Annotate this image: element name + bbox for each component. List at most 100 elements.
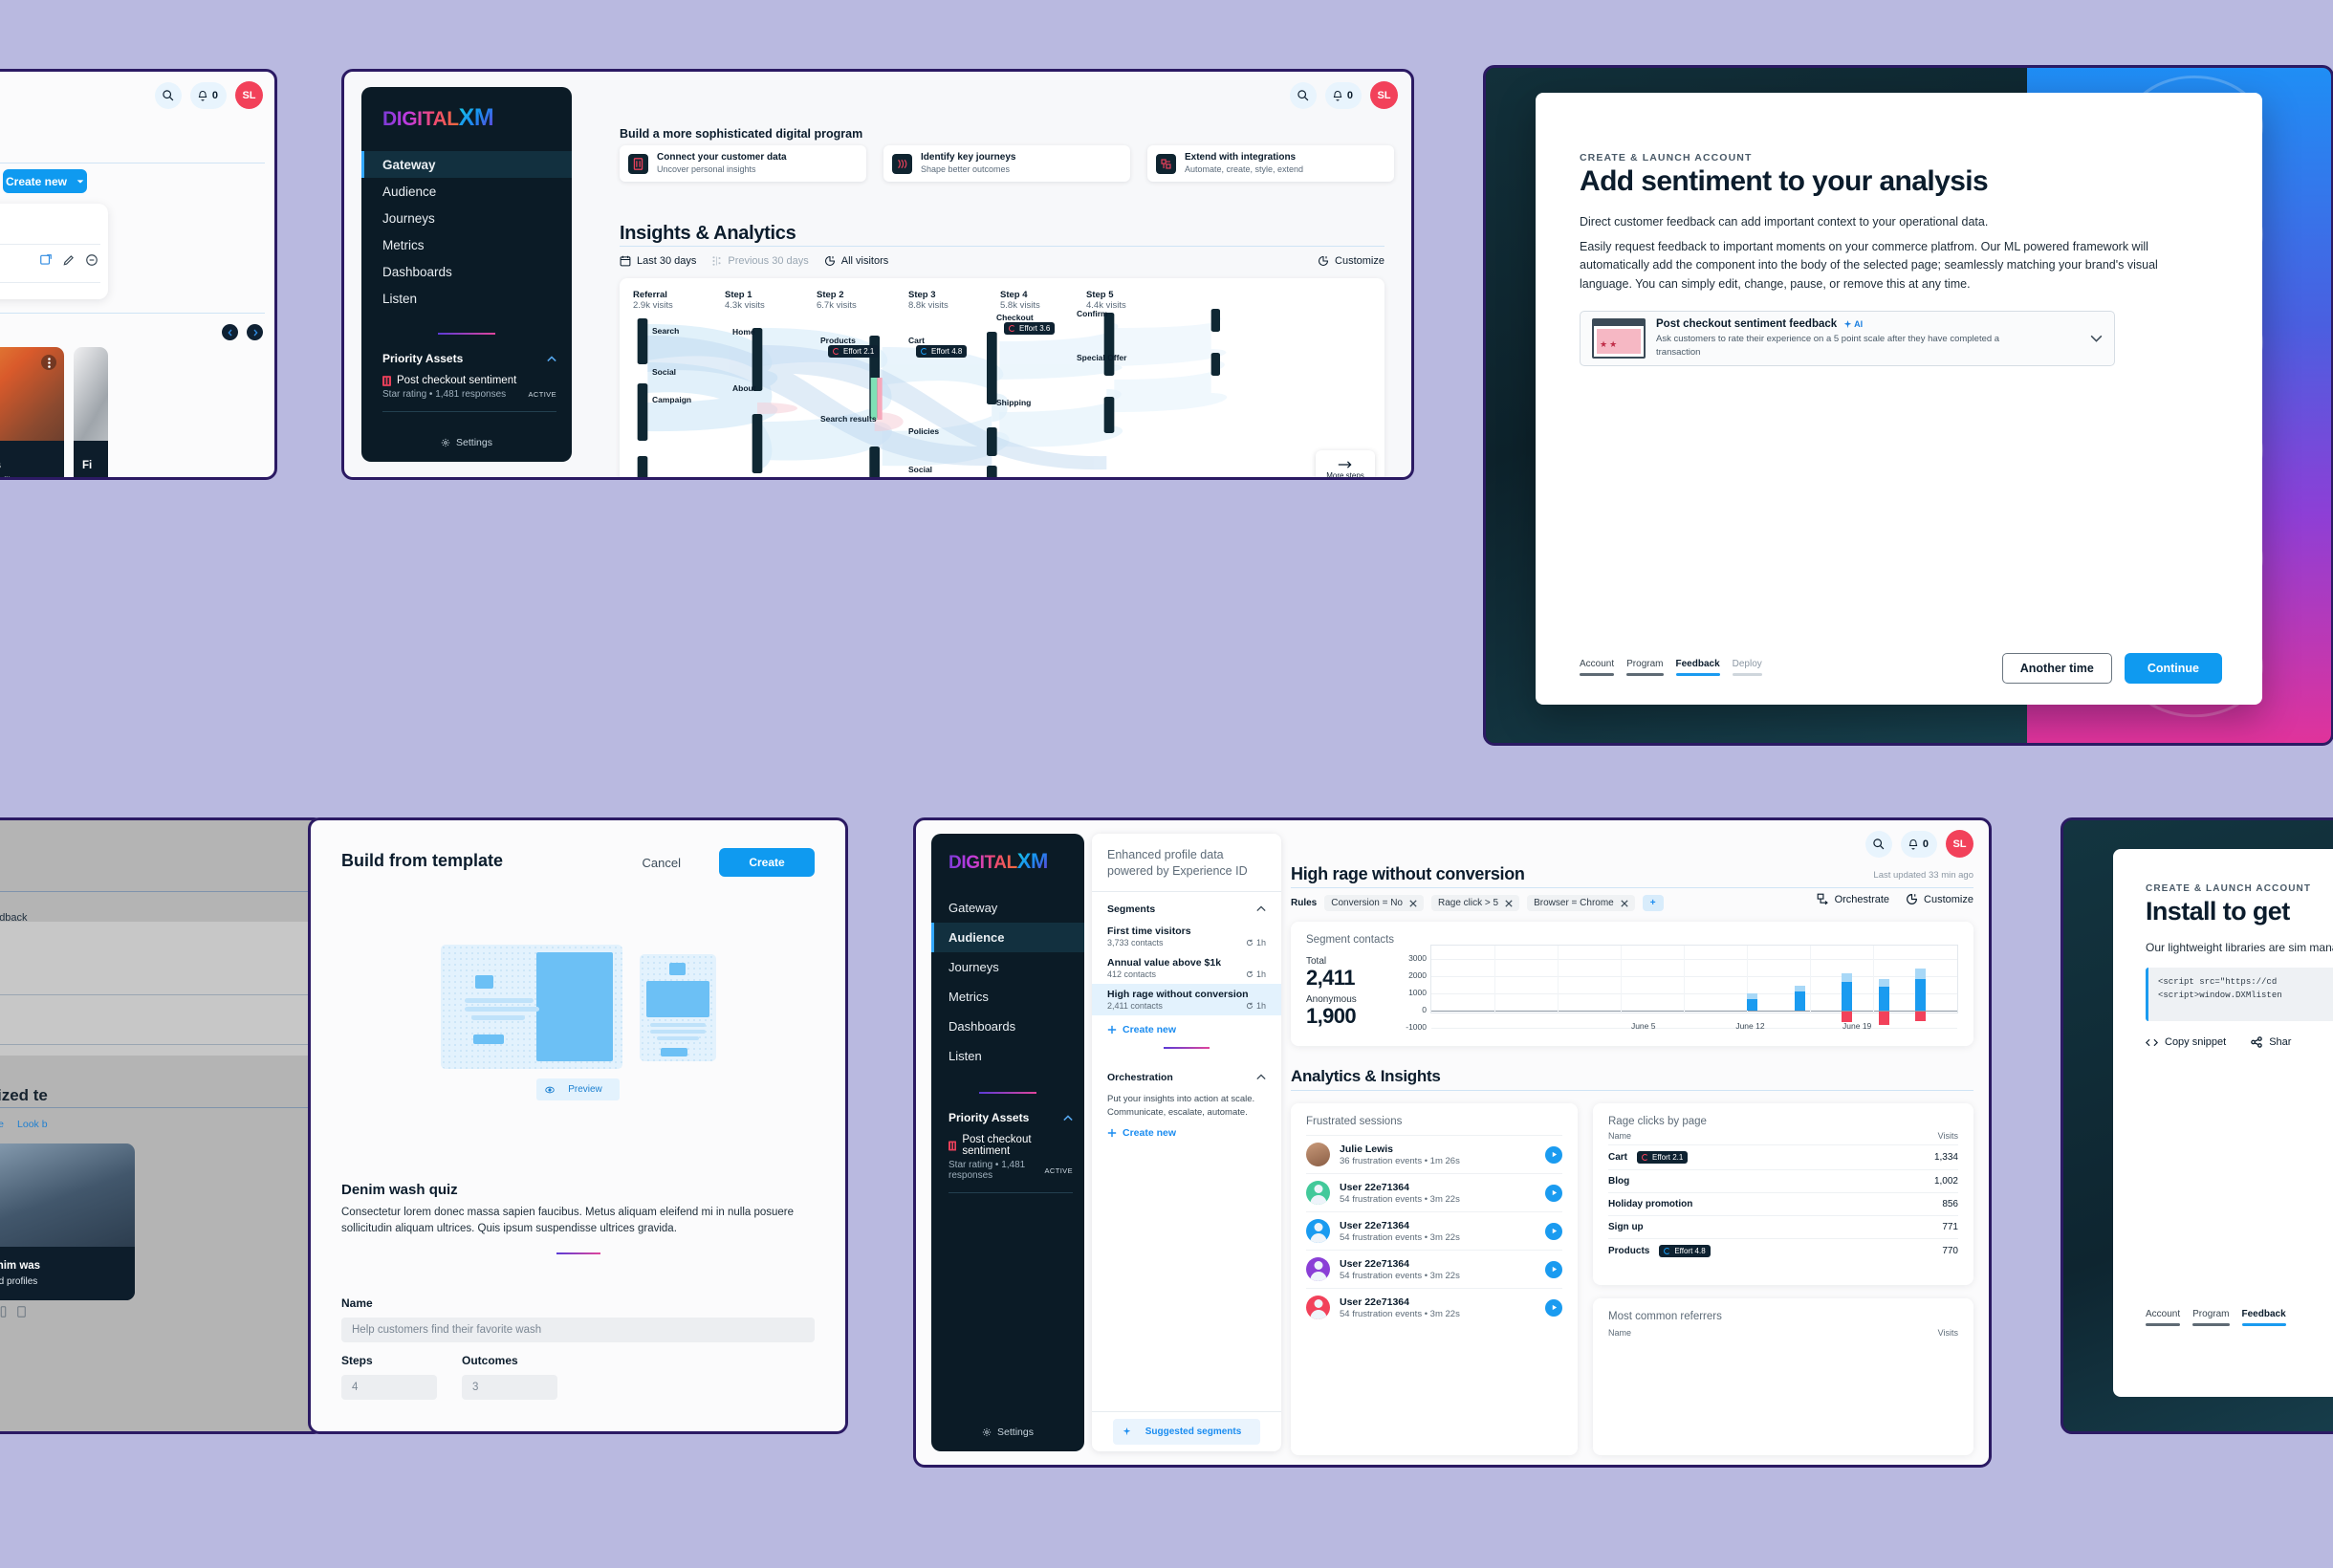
filter-audience[interactable]: All visitors <box>824 255 888 267</box>
promo-card-connect-data[interactable]: Connect your customer data Uncover person… <box>620 145 866 182</box>
table-row[interactable]: Cart Effort 2.1 1,334 <box>1608 1144 1958 1169</box>
pause-circle-icon[interactable] <box>85 253 98 267</box>
sidebar-item-audience[interactable]: Audience <box>361 178 572 205</box>
promo-card-key-journeys[interactable]: Identify key journeys Shape better outcom… <box>883 145 1130 182</box>
create-new-orchestration-button[interactable]: Create new <box>1092 1119 1281 1139</box>
priority-asset-item[interactable]: Post checkout sentiment Star rating • 1,… <box>361 365 572 400</box>
outcomes-input[interactable]: 3 <box>462 1375 557 1400</box>
segment-item-high-rage[interactable]: High rage without conversion 2,411 conta… <box>1092 983 1281 1015</box>
play-icon[interactable] <box>1545 1298 1562 1317</box>
create-new-segment-button[interactable]: Create new <box>1092 1015 1281 1035</box>
list-item[interactable]: User 22e71364 54 frustration events • 3m … <box>1306 1288 1562 1326</box>
suggested-segments-button[interactable]: Suggested segments <box>1092 1411 1281 1451</box>
avatar[interactable]: SL <box>1946 830 1973 858</box>
table-row[interactable]: Blog 1,002 <box>1608 1169 1958 1192</box>
avatar[interactable]: SL <box>235 81 263 109</box>
sidebar-item-audience[interactable]: Audience <box>931 923 1084 952</box>
sidebar-item-listen[interactable]: Listen <box>361 285 572 312</box>
more-icon[interactable] <box>41 355 56 370</box>
sidebar-item-journeys[interactable]: Journeys <box>931 952 1084 982</box>
segments-header[interactable]: Segments <box>1092 892 1281 921</box>
table-row[interactable]: Sign up 771 <box>1608 1215 1958 1238</box>
snippet-actions: Copy snippet Shar <box>2146 1036 2291 1048</box>
list-item[interactable]: User 22e71364 54 frustration events • 3m … <box>1306 1211 1562 1250</box>
edit-icon[interactable] <box>62 253 76 267</box>
orchestration-header[interactable]: Orchestration <box>1092 1060 1281 1089</box>
priority-asset-item[interactable]: Post checkout sentiment Star rating • 1,… <box>931 1124 1084 1181</box>
steps-input[interactable]: 4 <box>341 1375 437 1400</box>
play-icon[interactable] <box>1545 1260 1562 1278</box>
rule-chip-rage-click[interactable]: Rage click > 5 <box>1431 895 1520 911</box>
priority-assets-header[interactable]: Priority Assets <box>931 1111 1084 1124</box>
tab-personality-preference[interactable]: Personality and preference <box>0 1119 4 1130</box>
add-rule-button[interactable]: + <box>1642 895 1664 911</box>
copy-snippet-button[interactable]: Copy snippet <box>2146 1036 2226 1048</box>
cancel-button[interactable]: Cancel <box>643 856 681 870</box>
share-button[interactable]: Shar <box>2251 1036 2291 1048</box>
customize-button[interactable]: Customize <box>1318 255 1385 267</box>
sidebar-item-dashboards[interactable]: Dashboards <box>361 258 572 285</box>
chevron-right-icon[interactable] <box>247 324 263 340</box>
step-deploy[interactable]: Deploy <box>1732 659 1762 676</box>
promo-card-integrations[interactable]: Extend with integrations Automate, create… <box>1147 145 1394 182</box>
segment-item-first-time-visitors[interactable]: First time visitors 3,733 contacts 1h <box>1092 921 1281 952</box>
sidebar-item-listen[interactable]: Listen <box>931 1041 1084 1071</box>
template-card[interactable]: Denim was Build profiles <box>0 1143 135 1318</box>
list-item[interactable]: User 22e71364 54 frustration events • 3m … <box>1306 1173 1562 1211</box>
list-item[interactable]: User 22e71364 54 frustration events • 3m … <box>1306 1250 1562 1288</box>
carousel-item[interactable]: Fi Bu <box>74 347 108 477</box>
preview-button[interactable]: Preview <box>311 1078 845 1100</box>
sidebar-item-metrics[interactable]: Metrics <box>931 982 1084 1012</box>
orchestrate-button[interactable]: Orchestrate <box>1817 893 1889 905</box>
rule-chip-conversion[interactable]: Conversion = No <box>1324 895 1424 911</box>
step-feedback[interactable]: Feedback <box>1675 659 1720 676</box>
table-row[interactable]: Products Effort 4.8 770 <box>1608 1238 1958 1263</box>
name-input[interactable]: Help customers find their favorite wash <box>341 1318 815 1342</box>
step-feedback[interactable]: Feedback <box>2241 1309 2286 1326</box>
filter-compare[interactable]: Previous 30 days <box>711 255 809 267</box>
notifications-button[interactable]: 0 <box>189 81 227 109</box>
open-external-icon[interactable] <box>39 253 53 267</box>
chevron-left-icon[interactable] <box>222 324 238 340</box>
step-program[interactable]: Program <box>1626 659 1664 676</box>
settings-button[interactable]: Settings <box>931 1426 1084 1438</box>
sidebar-item-gateway[interactable]: Gateway <box>361 151 572 178</box>
search-icon[interactable] <box>1289 81 1317 109</box>
create-button[interactable]: Create <box>719 848 815 877</box>
carousel-item[interactable]: Layers Build profiles, suggest products <box>0 347 64 477</box>
step-account[interactable]: Account <box>1580 659 1615 676</box>
play-icon[interactable] <box>1545 1222 1562 1240</box>
play-icon[interactable] <box>1545 1145 1562 1164</box>
more-steps-button[interactable]: More steps <box>1316 450 1375 477</box>
sidebar-item-dashboards[interactable]: Dashboards <box>931 1012 1084 1041</box>
notifications-button[interactable]: 0 <box>1324 81 1362 109</box>
asset-icon <box>948 1141 957 1150</box>
search-icon[interactable] <box>1864 830 1892 858</box>
sidebar-item-journeys[interactable]: Journeys <box>361 205 572 231</box>
tab-look-book[interactable]: Look b <box>17 1119 48 1130</box>
step-account[interactable]: Account <box>2146 1309 2181 1326</box>
sidebar-item-gateway[interactable]: Gateway <box>931 893 1084 923</box>
notifications-button[interactable]: 0 <box>1900 830 1937 858</box>
continue-button[interactable]: Continue <box>2124 653 2222 684</box>
customize-button[interactable]: Customize <box>1906 893 1973 905</box>
search-icon[interactable] <box>154 81 182 109</box>
step-program[interactable]: Program <box>2192 1309 2230 1326</box>
sparkle-icon <box>1123 1427 1130 1436</box>
table-row[interactable]: Holiday promotion 856 <box>1608 1192 1958 1215</box>
create-new-button[interactable]: Create new <box>3 169 87 193</box>
segment-item-annual-value[interactable]: Annual value above $1k 412 contacts 1h <box>1092 952 1281 984</box>
another-time-button[interactable]: Another time <box>2001 653 2112 684</box>
priority-assets-header[interactable]: Priority Assets <box>361 352 572 365</box>
play-icon[interactable] <box>1545 1184 1562 1202</box>
eye-icon <box>545 1086 555 1093</box>
filter-date-range[interactable]: Last 30 days <box>620 255 696 267</box>
feedback-option-card[interactable]: ★★ Post checkout sentiment feedback AI A… <box>1580 311 2115 366</box>
settings-button[interactable]: Settings <box>361 437 572 448</box>
rule-chip-browser[interactable]: Browser = Chrome <box>1527 895 1635 911</box>
avatar[interactable]: SL <box>1370 81 1398 109</box>
code-snippet[interactable]: <script src="https://cd <script>window.D… <box>2146 968 2333 1021</box>
list-item[interactable]: Julie Lewis 36 frustration events • 1m 26… <box>1306 1135 1562 1173</box>
sidebar-item-metrics[interactable]: Metrics <box>361 231 572 258</box>
chevron-down-icon[interactable] <box>2090 335 2103 342</box>
